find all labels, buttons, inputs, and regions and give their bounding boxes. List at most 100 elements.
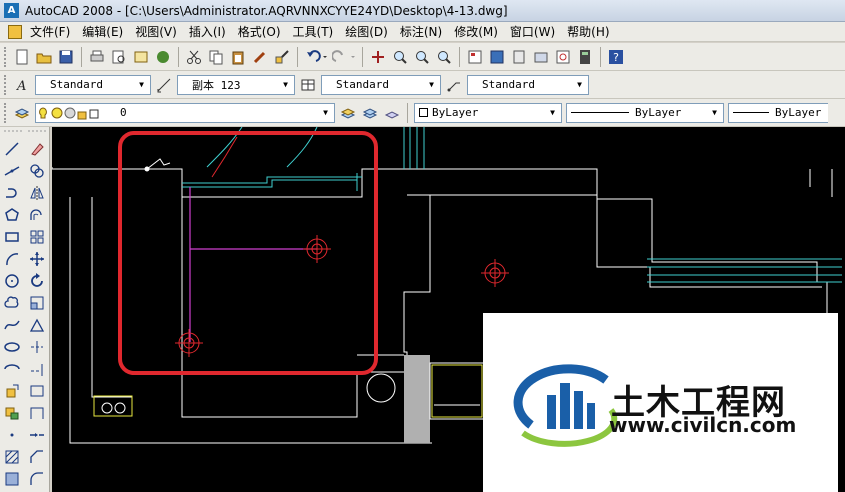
layer-properties-icon[interactable] — [12, 103, 32, 123]
text-style-icon[interactable]: A — [12, 75, 32, 95]
fillet-icon[interactable] — [27, 469, 47, 489]
make-object-layer-current-icon[interactable] — [338, 103, 358, 123]
color-dropdown[interactable]: ByLayer ▼ — [414, 102, 562, 123]
trim-icon[interactable] — [27, 337, 47, 357]
hatch-icon[interactable] — [2, 447, 22, 467]
match-properties-icon[interactable] — [250, 47, 270, 67]
make-block-icon[interactable] — [2, 403, 22, 423]
publish-icon[interactable] — [131, 47, 151, 67]
menu-edit[interactable]: 编辑(E) — [78, 23, 131, 40]
lineweight-dropdown[interactable]: ByLayer — [728, 102, 828, 123]
zoom-previous-icon[interactable] — [434, 47, 454, 67]
arc-icon[interactable] — [2, 249, 22, 269]
new-file-icon[interactable] — [12, 47, 32, 67]
rotate-icon[interactable] — [27, 271, 47, 291]
table-style-dropdown[interactable]: Standard ▼ — [321, 74, 441, 95]
toolbar-grip[interactable] — [4, 102, 8, 123]
break-icon[interactable] — [27, 403, 47, 423]
menu-tools[interactable]: 工具(T) — [289, 23, 342, 40]
text-style-dropdown[interactable]: Standard ▼ — [35, 74, 151, 95]
document-icon[interactable] — [8, 24, 22, 39]
toolbar-grip[interactable] — [4, 46, 8, 67]
help-icon[interactable]: ? — [606, 47, 626, 67]
rectangle-icon[interactable] — [2, 227, 22, 247]
menu-file[interactable]: 文件(F) — [26, 23, 78, 40]
move-icon[interactable] — [27, 249, 47, 269]
linetype-dropdown[interactable]: ByLayer ▼ — [566, 102, 724, 123]
autocad-app-icon[interactable]: A — [4, 3, 19, 18]
zoom-realtime-icon[interactable] — [390, 47, 410, 67]
styles-toolbar: A Standard ▼ 副本 123 ▼ Standard ▼ Standard ▼ — [0, 71, 845, 99]
tool-palettes-icon[interactable] — [509, 47, 529, 67]
print-icon[interactable] — [87, 47, 107, 67]
revision-cloud-icon[interactable] — [2, 293, 22, 313]
menu-draw[interactable]: 绘图(D) — [341, 23, 396, 40]
design-center-icon[interactable] — [487, 47, 507, 67]
toolbar-grip[interactable] — [4, 74, 8, 95]
dimension-style-dropdown[interactable]: 副本 123 ▼ — [177, 74, 295, 95]
standard-toolbar: ? — [0, 43, 845, 71]
dimension-style-icon[interactable] — [154, 75, 174, 95]
chamfer-icon[interactable] — [27, 447, 47, 467]
redo-icon[interactable] — [331, 47, 357, 67]
mirror-icon[interactable] — [27, 183, 47, 203]
menu-window[interactable]: 窗口(W) — [506, 23, 563, 40]
layer-dropdown[interactable]: 0 ▼ — [35, 102, 335, 123]
print-preview-icon[interactable] — [109, 47, 129, 67]
pan-realtime-icon[interactable] — [368, 47, 388, 67]
copy-object-icon[interactable] — [27, 161, 47, 181]
toolbar-separator — [459, 46, 460, 67]
layer-name-value: 0 — [120, 106, 127, 119]
3d-dwf-icon[interactable] — [153, 47, 173, 67]
spline-icon[interactable] — [2, 315, 22, 335]
multileader-style-dropdown[interactable]: Standard ▼ — [467, 74, 589, 95]
scale-icon[interactable] — [27, 293, 47, 313]
toolbar-separator — [600, 46, 601, 67]
copy-icon[interactable] — [206, 47, 226, 67]
properties-icon[interactable] — [465, 47, 485, 67]
polyline-icon[interactable] — [2, 183, 22, 203]
menu-help[interactable]: 帮助(H) — [563, 23, 617, 40]
ellipse-arc-icon[interactable] — [2, 359, 22, 379]
quickcalc-icon[interactable] — [575, 47, 595, 67]
table-style-icon[interactable] — [298, 75, 318, 95]
menu-format[interactable]: 格式(O) — [234, 23, 289, 40]
join-icon[interactable] — [27, 425, 47, 445]
insert-block-icon[interactable] — [2, 381, 22, 401]
menu-modify[interactable]: 修改(M) — [450, 23, 506, 40]
svg-text:A: A — [16, 79, 26, 93]
extend-icon[interactable] — [27, 359, 47, 379]
save-icon[interactable] — [56, 47, 76, 67]
break-at-point-icon[interactable] — [27, 381, 47, 401]
chevron-down-icon: ▼ — [323, 108, 328, 117]
multileader-style-icon[interactable] — [444, 75, 464, 95]
toolbar-separator — [178, 46, 179, 67]
undo-icon[interactable] — [303, 47, 329, 67]
point-icon[interactable] — [2, 425, 22, 445]
offset-icon[interactable] — [27, 205, 47, 225]
block-editor-icon[interactable] — [272, 47, 292, 67]
watermark-logo: 土木工程网 www.civilcn.com — [483, 313, 838, 492]
layer-states-icon[interactable] — [382, 103, 402, 123]
open-file-icon[interactable] — [34, 47, 54, 67]
gradient-icon[interactable] — [2, 469, 22, 489]
paste-icon[interactable] — [228, 47, 248, 67]
menu-dimension[interactable]: 标注(N) — [396, 23, 450, 40]
erase-icon[interactable] — [27, 139, 47, 159]
sheet-set-manager-icon[interactable] — [531, 47, 551, 67]
polygon-icon[interactable] — [2, 205, 22, 225]
menu-view[interactable]: 视图(V) — [131, 23, 185, 40]
line-icon[interactable] — [2, 139, 22, 159]
layer-previous-icon[interactable] — [360, 103, 380, 123]
cut-icon[interactable] — [184, 47, 204, 67]
menu-insert[interactable]: 插入(I) — [185, 23, 234, 40]
window-title: AutoCAD 2008 - [C:\Users\Administrator.A… — [25, 3, 508, 18]
markup-set-manager-icon[interactable] — [553, 47, 573, 67]
chevron-down-icon: ▼ — [577, 80, 582, 89]
zoom-window-icon[interactable] — [412, 47, 432, 67]
construction-line-icon[interactable] — [2, 161, 22, 181]
circle-icon[interactable] — [2, 271, 22, 291]
ellipse-icon[interactable] — [2, 337, 22, 357]
array-icon[interactable] — [27, 227, 47, 247]
stretch-icon[interactable] — [27, 315, 47, 335]
